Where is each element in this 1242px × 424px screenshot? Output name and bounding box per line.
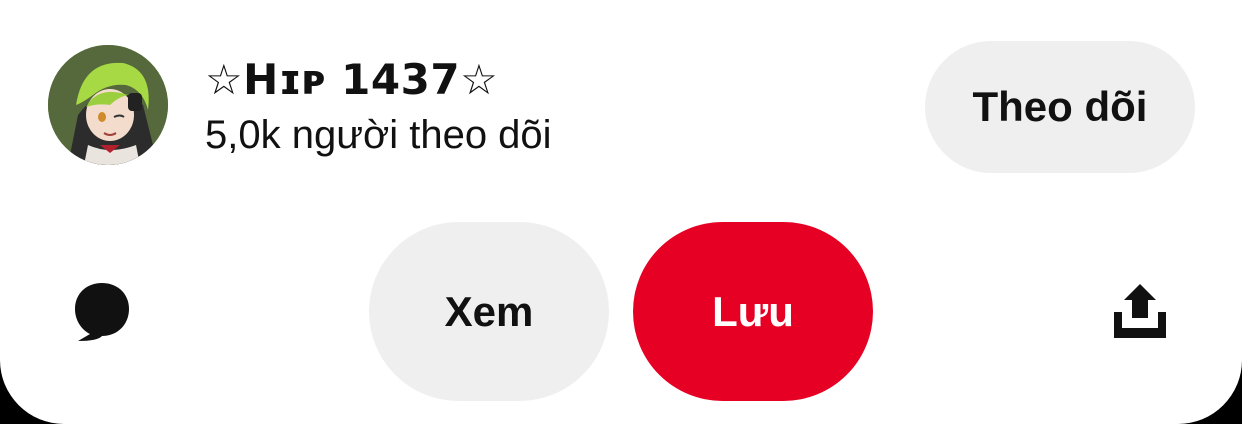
pin-action-sheet: ☆Hɪᴘ 1437☆ 5,0k người theo dõi Theo dõi … <box>0 0 1242 424</box>
share-icon[interactable] <box>1110 282 1170 342</box>
save-button[interactable]: Lưu <box>633 222 873 401</box>
comment-icon[interactable] <box>72 280 132 342</box>
follow-button[interactable]: Theo dõi <box>925 41 1195 173</box>
avatar-image <box>48 45 168 165</box>
view-button[interactable]: Xem <box>369 222 609 401</box>
creator-name[interactable]: ☆Hɪᴘ 1437☆ <box>205 55 498 104</box>
creator-avatar[interactable] <box>48 45 168 165</box>
follower-count: 5,0k người theo dõi <box>205 113 552 157</box>
